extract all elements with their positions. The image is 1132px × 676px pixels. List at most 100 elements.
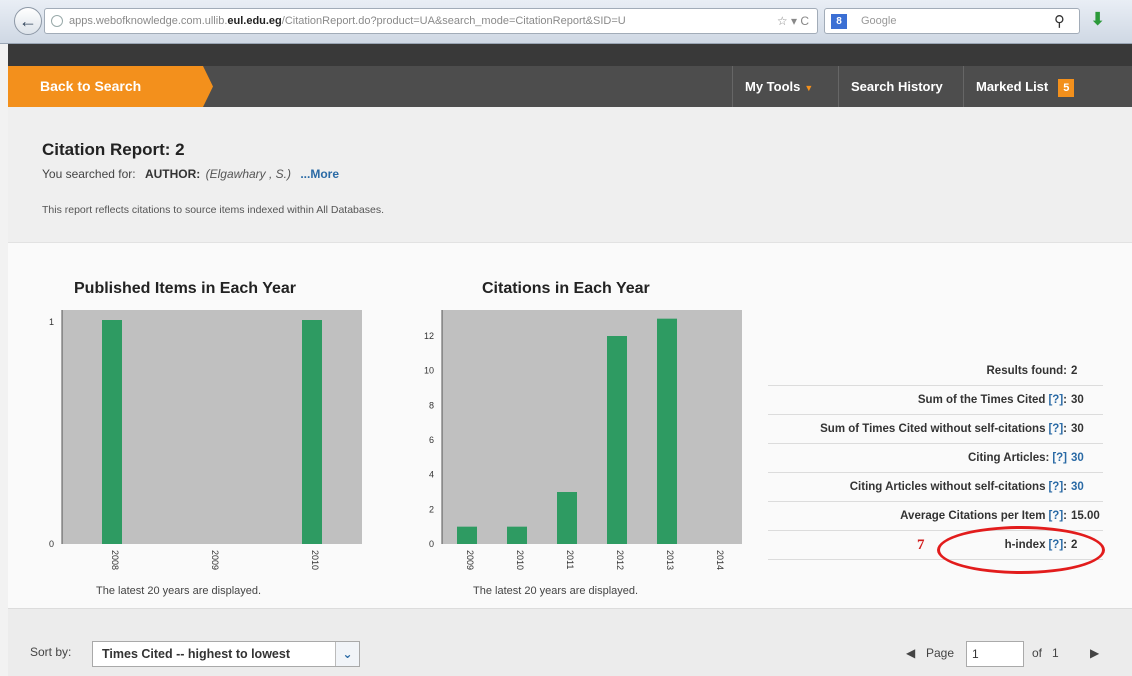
avg-citations-row: Average Citations per Item [?]: 15.00 xyxy=(768,502,1103,531)
y-tick-label: 12 xyxy=(424,331,434,341)
y-tick-label: 8 xyxy=(429,400,434,410)
published-chart-title: Published Items in Each Year xyxy=(74,280,297,297)
marked-count-badge: 5 xyxy=(1058,78,1075,97)
colon: : xyxy=(1063,481,1067,493)
next-page-icon[interactable]: ▶ xyxy=(1090,646,1099,660)
citing-without-self-label: Citing Articles without self-citations xyxy=(849,481,1046,493)
search-engine-icon[interactable]: 8 xyxy=(831,14,847,29)
total-pages: 1 xyxy=(1052,646,1059,660)
my-tools-menu[interactable]: My Tools ▼ xyxy=(732,66,825,107)
sum-without-self-value: 30 xyxy=(1071,423,1084,435)
sort-value: Times Cited -- highest to lowest xyxy=(102,647,290,661)
page-number-input[interactable]: 1 xyxy=(966,641,1024,667)
results-found-row: Results found: 2 xyxy=(768,357,1103,386)
y-tick-label: 6 xyxy=(429,435,434,445)
address-bar[interactable]: apps.webofknowledge.com.ullib.eul.edu.eg… xyxy=(44,8,818,34)
colon: : xyxy=(1063,510,1067,522)
nav-top-strip xyxy=(8,44,1132,66)
searched-for-label: You searched for: xyxy=(42,167,136,181)
x-tick-label: 2014 xyxy=(715,550,725,570)
of-label: of xyxy=(1032,646,1043,660)
page-title: Citation Report: 2 xyxy=(42,140,185,159)
url-path: /CitationReport.do?product=UA&search_mod… xyxy=(281,15,626,27)
report-scope-note: This report reflects citations to source… xyxy=(42,204,384,216)
colon: : xyxy=(1063,423,1067,435)
my-tools-label: My Tools xyxy=(745,79,801,94)
citing-articles-row: Citing Articles: [?] 30 xyxy=(768,444,1103,473)
y-tick-label: 0 xyxy=(429,539,434,549)
page-label: Page xyxy=(926,646,955,660)
marked-list-label: Marked List xyxy=(976,79,1049,94)
x-tick-label: 2008 xyxy=(110,550,120,570)
sum-times-cited-value: 30 xyxy=(1071,394,1084,406)
published-items-chart: 0 1 2008 2009 2010 xyxy=(49,310,362,570)
citations-chart-title: Citations in Each Year xyxy=(482,280,650,297)
url-controls[interactable]: ☆ ▾ C xyxy=(777,9,809,33)
annotation-number: 7 xyxy=(917,537,925,553)
browser-search-box[interactable]: 8 Google xyxy=(824,8,1080,34)
citations-chart-note: The latest 20 years are displayed. xyxy=(473,585,639,597)
help-icon[interactable]: [?] xyxy=(1048,481,1063,493)
citing-without-self-link[interactable]: 30 xyxy=(1071,473,1101,502)
search-engine-label: Google xyxy=(861,15,897,27)
colon: : xyxy=(1063,394,1067,406)
author-query: (Elgawhary , S.) xyxy=(205,167,291,181)
x-tick-label: 2009 xyxy=(465,550,475,570)
chart-bar xyxy=(102,320,122,544)
sort-select[interactable]: Times Cited -- highest to lowest ⌄ xyxy=(92,641,360,667)
magnifier-icon[interactable]: ⚲ xyxy=(1054,12,1065,30)
help-icon[interactable]: [?] xyxy=(1048,423,1063,435)
url-prefix: apps.webofknowledge.com.ullib. xyxy=(69,15,228,27)
x-tick-label: 2011 xyxy=(565,550,575,569)
annotation-ellipse xyxy=(937,526,1105,574)
y-tick-label: 2 xyxy=(429,504,434,514)
results-footer: Sort by: Times Cited -- highest to lowes… xyxy=(8,608,1132,676)
avg-citations-value: 15.00 xyxy=(1071,510,1100,522)
help-icon[interactable]: [?] xyxy=(1048,510,1063,522)
help-icon[interactable]: [?] xyxy=(1048,394,1063,406)
citing-articles-label: Citing Articles: xyxy=(967,452,1050,464)
sum-without-self-label: Sum of Times Cited without self-citation… xyxy=(820,423,1046,435)
chevron-down-icon[interactable]: ⌄ xyxy=(335,642,359,666)
download-arrow-icon[interactable]: ⬇ xyxy=(1090,9,1105,30)
prev-page-icon[interactable]: ◀ xyxy=(906,646,915,660)
chart-bar xyxy=(607,336,627,544)
y-tick-label: 0 xyxy=(49,539,54,549)
published-chart-note: The latest 20 years are displayed. xyxy=(96,585,262,597)
report-header: Citation Report: 2 You searched for: AUT… xyxy=(8,107,1132,243)
chevron-down-icon: ▼ xyxy=(804,83,814,93)
plot-area xyxy=(442,310,742,544)
citing-without-self-row: Citing Articles without self-citations [?… xyxy=(768,473,1103,502)
marked-list-link[interactable]: Marked List 5 xyxy=(963,66,1086,107)
back-to-search-button[interactable]: Back to Search xyxy=(8,66,213,107)
search-summary: You searched for: AUTHOR: (Elgawhary , S… xyxy=(42,167,339,181)
chart-bar xyxy=(657,318,677,544)
sum-times-cited-row: Sum of the Times Cited [?]: 30 xyxy=(768,386,1103,415)
back-arrow-icon[interactable]: ← xyxy=(14,7,42,35)
help-icon[interactable]: [?] xyxy=(1052,452,1067,464)
citations-chart: 0 2 4 6 8 10 12 2009 2010 2011 2012 2013 2014 xyxy=(424,310,742,570)
chart-bar xyxy=(457,526,477,544)
globe-icon xyxy=(51,15,63,27)
avg-citations-label: Average Citations per Item xyxy=(900,510,1046,522)
site-nav: Back to Search My Tools ▼ Search History … xyxy=(8,44,1132,107)
more-link[interactable]: ...More xyxy=(300,167,339,181)
x-tick-label: 2013 xyxy=(665,550,675,570)
x-tick-label: 2009 xyxy=(210,550,220,570)
search-history-link[interactable]: Search History xyxy=(838,66,955,107)
x-tick-label: 2012 xyxy=(615,550,625,570)
url-domain: eul.edu.eg xyxy=(227,15,282,27)
chart-bar xyxy=(507,526,527,544)
browser-toolbar: ← apps.webofknowledge.com.ullib.eul.edu.… xyxy=(0,0,1132,44)
results-found-value: 2 xyxy=(1071,365,1078,377)
x-tick-label: 2010 xyxy=(515,550,525,570)
sum-times-cited-label: Sum of the Times Cited xyxy=(917,394,1046,406)
citing-articles-link[interactable]: 30 xyxy=(1071,444,1101,473)
y-tick-label: 1 xyxy=(49,317,54,327)
y-tick-label: 4 xyxy=(429,470,434,480)
sum-without-self-row: Sum of Times Cited without self-citation… xyxy=(768,415,1103,444)
sort-label: Sort by: xyxy=(30,645,72,659)
y-tick-label: 10 xyxy=(424,366,434,376)
chart-bar xyxy=(557,492,577,544)
results-found-label: Results found: xyxy=(986,365,1068,377)
